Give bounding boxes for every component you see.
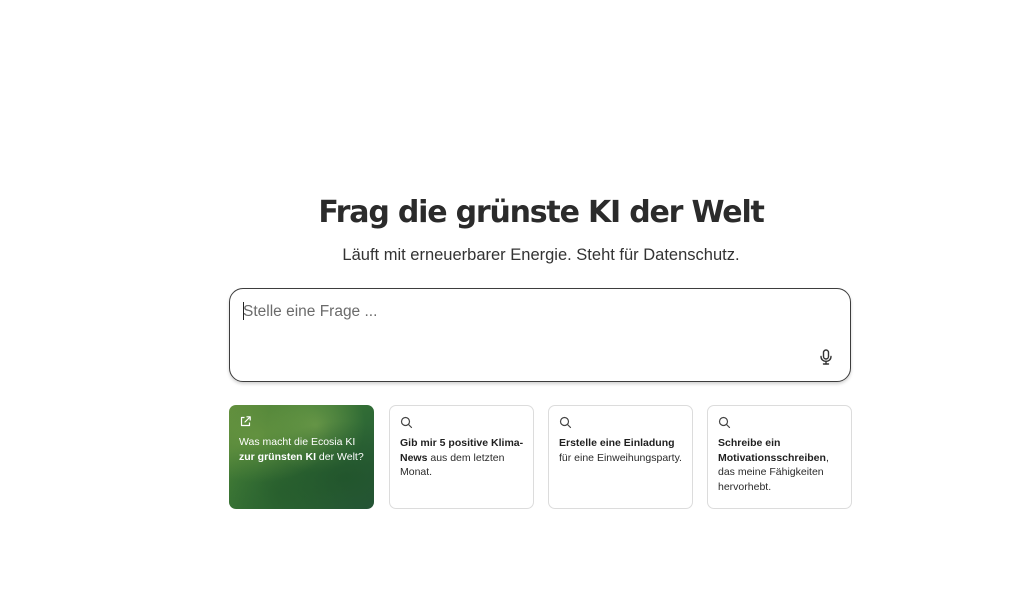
suggestion-text: Was macht die Ecosia KI zur grünsten KI … <box>239 436 364 463</box>
suggestion-card-climate-news[interactable]: Gib mir 5 positive Klima-News aus dem le… <box>389 405 534 509</box>
microphone-button[interactable] <box>816 347 836 367</box>
page-subtitle: Läuft mit erneuerbarer Energie. Steht fü… <box>342 246 740 264</box>
microphone-icon <box>820 349 832 365</box>
suggestion-text: Schreibe ein Motivationsschreiben, das m… <box>718 437 829 493</box>
search-icon <box>559 416 572 429</box>
search-icon <box>718 416 731 429</box>
suggestion-card-invitation[interactable]: Erstelle eine Einladung für eine Einweih… <box>548 405 693 509</box>
search-box[interactable] <box>229 288 851 382</box>
suggestion-card-motivation-letter[interactable]: Schreibe ein Motivationsschreiben, das m… <box>707 405 852 509</box>
suggestion-card-featured[interactable]: Was macht die Ecosia KI zur grünsten KI … <box>229 405 374 509</box>
search-icon <box>400 416 413 429</box>
page: Frag die grünste KI der Welt Läuft mit e… <box>0 0 1024 610</box>
suggestion-text: Gib mir 5 positive Klima-News aus dem le… <box>400 437 524 478</box>
suggestion-cards: Was macht die Ecosia KI zur grünsten KI … <box>229 405 853 509</box>
text-caret <box>243 302 244 320</box>
page-title: Frag die grünste KI der Welt <box>318 195 765 230</box>
suggestion-text: Erstelle eine Einladung für eine Einweih… <box>559 437 682 464</box>
search-input[interactable] <box>243 301 803 323</box>
external-link-icon <box>240 416 251 427</box>
